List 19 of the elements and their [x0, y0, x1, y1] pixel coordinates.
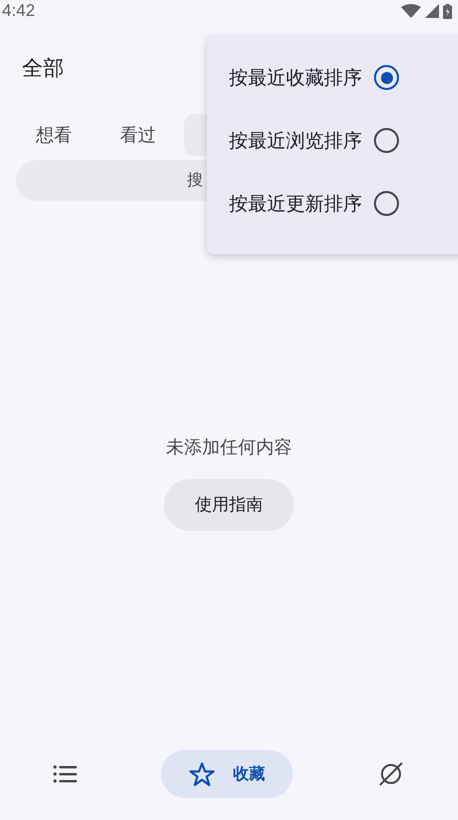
radio-button[interactable] [374, 191, 399, 216]
sort-option[interactable]: 按最近更新排序 [207, 172, 458, 235]
tab[interactable]: 想看 [16, 114, 92, 156]
star-icon [189, 762, 215, 786]
radio-button[interactable] [374, 128, 399, 153]
list-icon [53, 764, 77, 784]
sort-option[interactable]: 按最近浏览排序 [207, 109, 458, 172]
guide-button[interactable]: 使用指南 [164, 478, 294, 530]
battery-icon [443, 4, 452, 18]
favorites-tab[interactable]: 收藏 [161, 750, 293, 798]
wifi-icon [401, 4, 421, 18]
signal-icon [425, 4, 439, 18]
tab[interactable]: 看过 [100, 114, 176, 156]
page-title: 全部 [22, 55, 64, 82]
sort-option[interactable]: 按最近收藏排序 [207, 46, 458, 109]
status-time: 4:42 [2, 1, 36, 21]
planet-icon [377, 761, 405, 787]
empty-message: 未添加任何内容 [166, 436, 292, 458]
radio-button[interactable] [374, 65, 399, 90]
